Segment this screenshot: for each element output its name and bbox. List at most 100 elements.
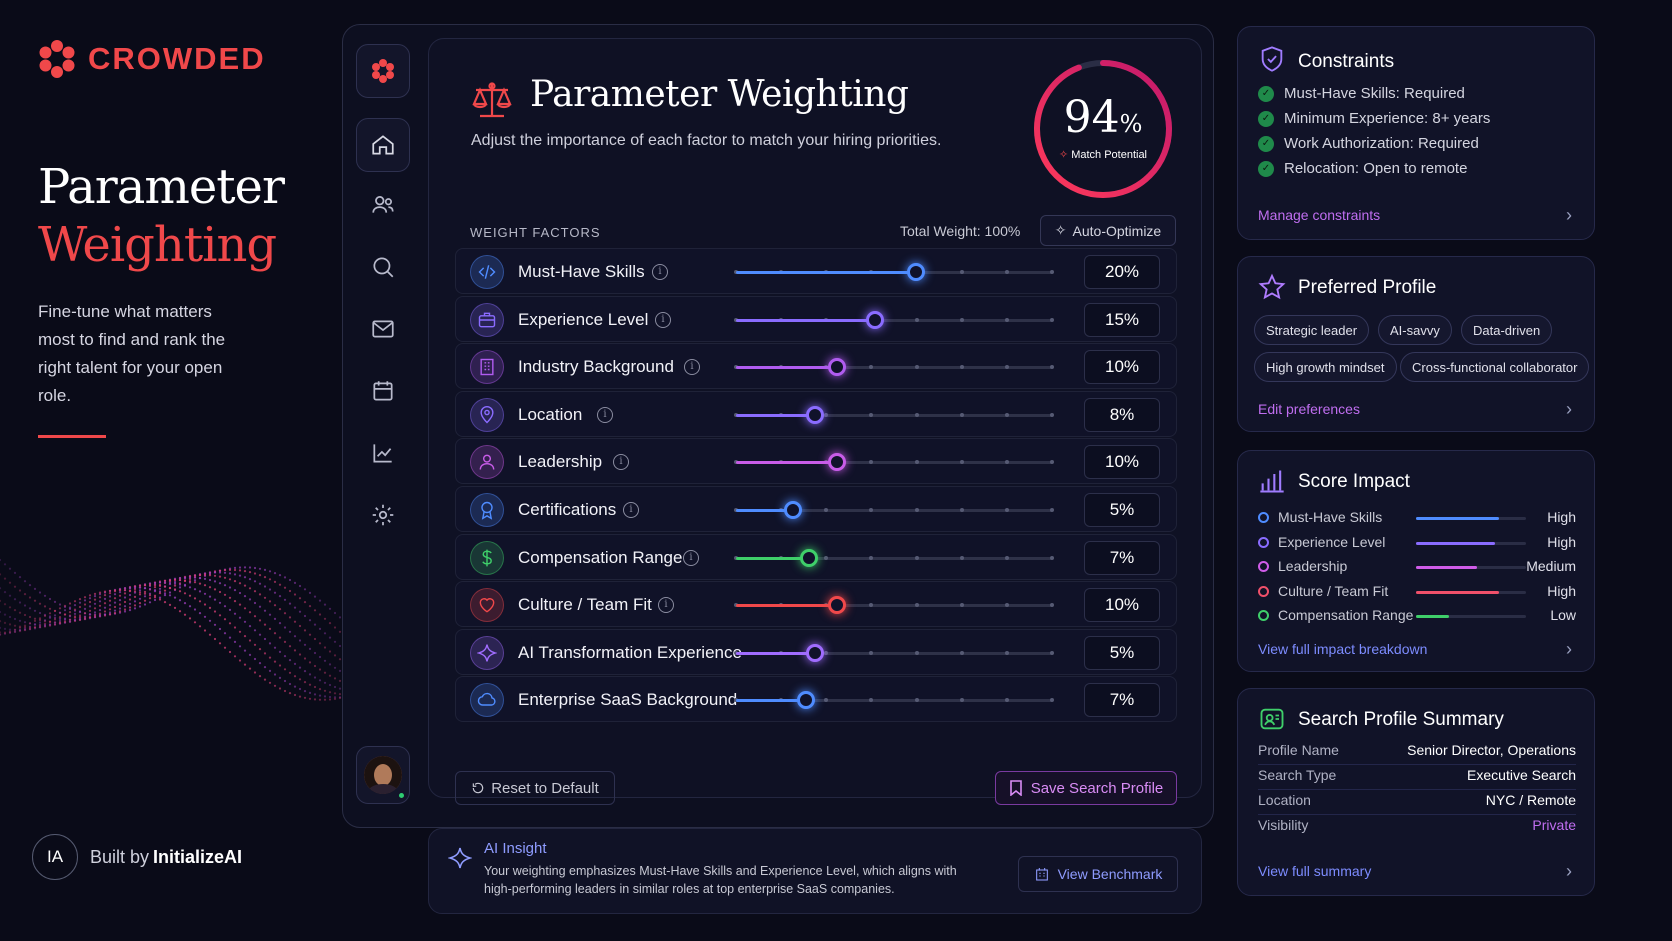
weight-value-input[interactable]: 7% [1084, 540, 1160, 575]
slider-handle[interactable] [783, 501, 802, 519]
hero-title-line2: Weighting [38, 217, 277, 273]
manage-constraints-link[interactable]: Manage constraints [1258, 207, 1380, 223]
match-label: ✧ Match Potential [1058, 149, 1148, 161]
slider-tick [1004, 555, 1009, 560]
save-search-profile-button[interactable]: Save Search Profile [995, 771, 1177, 805]
weight-value-input[interactable]: 10% [1084, 445, 1160, 480]
factor-icon-wrap [470, 350, 504, 385]
chevron-right-icon[interactable]: › [1566, 861, 1572, 882]
preference-chip[interactable]: High growth mindset [1254, 352, 1397, 382]
info-icon[interactable]: i [655, 311, 671, 328]
slider-handle[interactable] [828, 453, 847, 472]
app-logo-button[interactable] [356, 44, 410, 98]
weight-slider[interactable] [734, 453, 1054, 472]
weight-slider[interactable] [734, 263, 1054, 281]
score-impact-title: Score Impact [1298, 471, 1410, 492]
nav-candidates[interactable] [356, 178, 410, 232]
weight-factor-row: Industry Background i 10% [455, 343, 1177, 390]
preference-chip[interactable]: Strategic leader [1254, 315, 1370, 345]
preference-chip[interactable]: Data-driven [1461, 315, 1553, 345]
info-icon[interactable]: i [623, 502, 639, 518]
weight-slider[interactable] [734, 596, 1054, 615]
user-avatar-button[interactable] [356, 746, 410, 804]
slider-handle[interactable] [806, 405, 824, 424]
weight-value-input[interactable]: 15% [1084, 302, 1160, 337]
weight-slider[interactable] [734, 405, 1054, 424]
chevron-right-icon[interactable]: › [1566, 639, 1572, 660]
weight-value-input[interactable]: 10% [1084, 588, 1160, 623]
slider-tick [869, 603, 874, 608]
preference-chip[interactable]: AI-savvy [1378, 315, 1452, 345]
info-icon[interactable]: i [597, 406, 613, 423]
weight-slider[interactable] [734, 501, 1054, 519]
weight-value-input[interactable]: 20% [1084, 255, 1160, 289]
nav-calendar[interactable] [356, 364, 410, 418]
nav-settings[interactable] [356, 488, 410, 542]
chevron-right-icon[interactable]: › [1566, 205, 1572, 226]
view-benchmark-button[interactable]: View Benchmark [1018, 856, 1178, 892]
weight-value-input[interactable]: 5% [1084, 493, 1160, 527]
factor-icon-wrap [470, 302, 504, 337]
slider-tick [1004, 698, 1009, 703]
nav-search[interactable] [356, 240, 410, 294]
weight-value-input[interactable]: 10% [1084, 350, 1160, 385]
slider-tick [959, 317, 964, 322]
constraints-card: Constraints ✓ Must-Have Skills: Required ✓… [1237, 26, 1595, 240]
slider-fill [736, 318, 876, 322]
reset-to-default-button[interactable]: Reset to Default [455, 771, 615, 805]
briefcase-icon [478, 312, 496, 327]
info-icon[interactable]: i [613, 454, 629, 471]
weight-slider[interactable] [734, 358, 1054, 377]
auto-optimize-button[interactable]: ✧ Auto-Optimize [1040, 215, 1176, 246]
slider-tick [959, 460, 964, 465]
home-icon [372, 135, 394, 155]
edit-preferences-link[interactable]: Edit preferences [1258, 401, 1360, 417]
info-icon[interactable]: i [684, 359, 700, 376]
slider-handle[interactable] [828, 358, 847, 377]
refresh-icon [472, 782, 484, 794]
slider-tick [1050, 508, 1054, 512]
series-dot [1258, 512, 1269, 523]
info-icon[interactable]: i [658, 597, 674, 614]
weight-slider[interactable] [734, 691, 1054, 710]
factor-icon-wrap [470, 540, 504, 575]
weight-value-input[interactable]: 8% [1084, 397, 1160, 432]
built-by-text: Built by InitializeAI [90, 846, 243, 867]
factor-label: Industry Background [518, 357, 674, 377]
slider-handle[interactable] [866, 310, 885, 329]
score-impact-row: Experience Level High [1258, 534, 1576, 554]
weight-slider[interactable] [734, 548, 1054, 567]
slider-tick [1050, 365, 1054, 370]
series-dot [1258, 585, 1269, 597]
preference-chip[interactable]: Cross-functional collaborator [1400, 352, 1590, 382]
nav-messages[interactable] [356, 302, 410, 356]
weight-value-input[interactable]: 5% [1084, 635, 1160, 670]
info-icon[interactable]: i [652, 264, 668, 280]
search-icon [373, 257, 394, 278]
check-icon: ✓ [1258, 110, 1274, 127]
crowded-logo-icon [39, 40, 75, 78]
weight-slider[interactable] [734, 310, 1054, 329]
summary-row: Location NYC / Remote [1258, 789, 1576, 815]
slider-tick [1050, 698, 1054, 703]
slider-handle[interactable] [799, 548, 818, 567]
weight-value-input[interactable]: 7% [1084, 683, 1160, 718]
weight-factor-row: Culture / Team Fit i 10% [455, 581, 1177, 628]
constraint-item: ✓ Work Authorization: Required [1258, 135, 1479, 152]
slider-handle[interactable] [828, 596, 847, 615]
series-dot [1258, 561, 1269, 572]
slider-fill [736, 699, 806, 703]
slider-tick [869, 460, 874, 465]
slider-fill [736, 366, 838, 370]
slider-tick [1050, 603, 1054, 608]
nav-analytics[interactable] [356, 426, 410, 480]
slider-handle[interactable] [796, 691, 815, 710]
weight-slider[interactable] [734, 643, 1054, 662]
info-icon[interactable]: i [683, 549, 699, 566]
chevron-right-icon[interactable]: › [1566, 399, 1572, 420]
view-impact-breakdown-link[interactable]: View full impact breakdown [1258, 641, 1427, 657]
nav-home[interactable] [356, 118, 410, 172]
slider-handle[interactable] [806, 643, 824, 662]
slider-handle[interactable] [907, 263, 926, 281]
view-full-summary-link[interactable]: View full summary [1258, 863, 1371, 879]
